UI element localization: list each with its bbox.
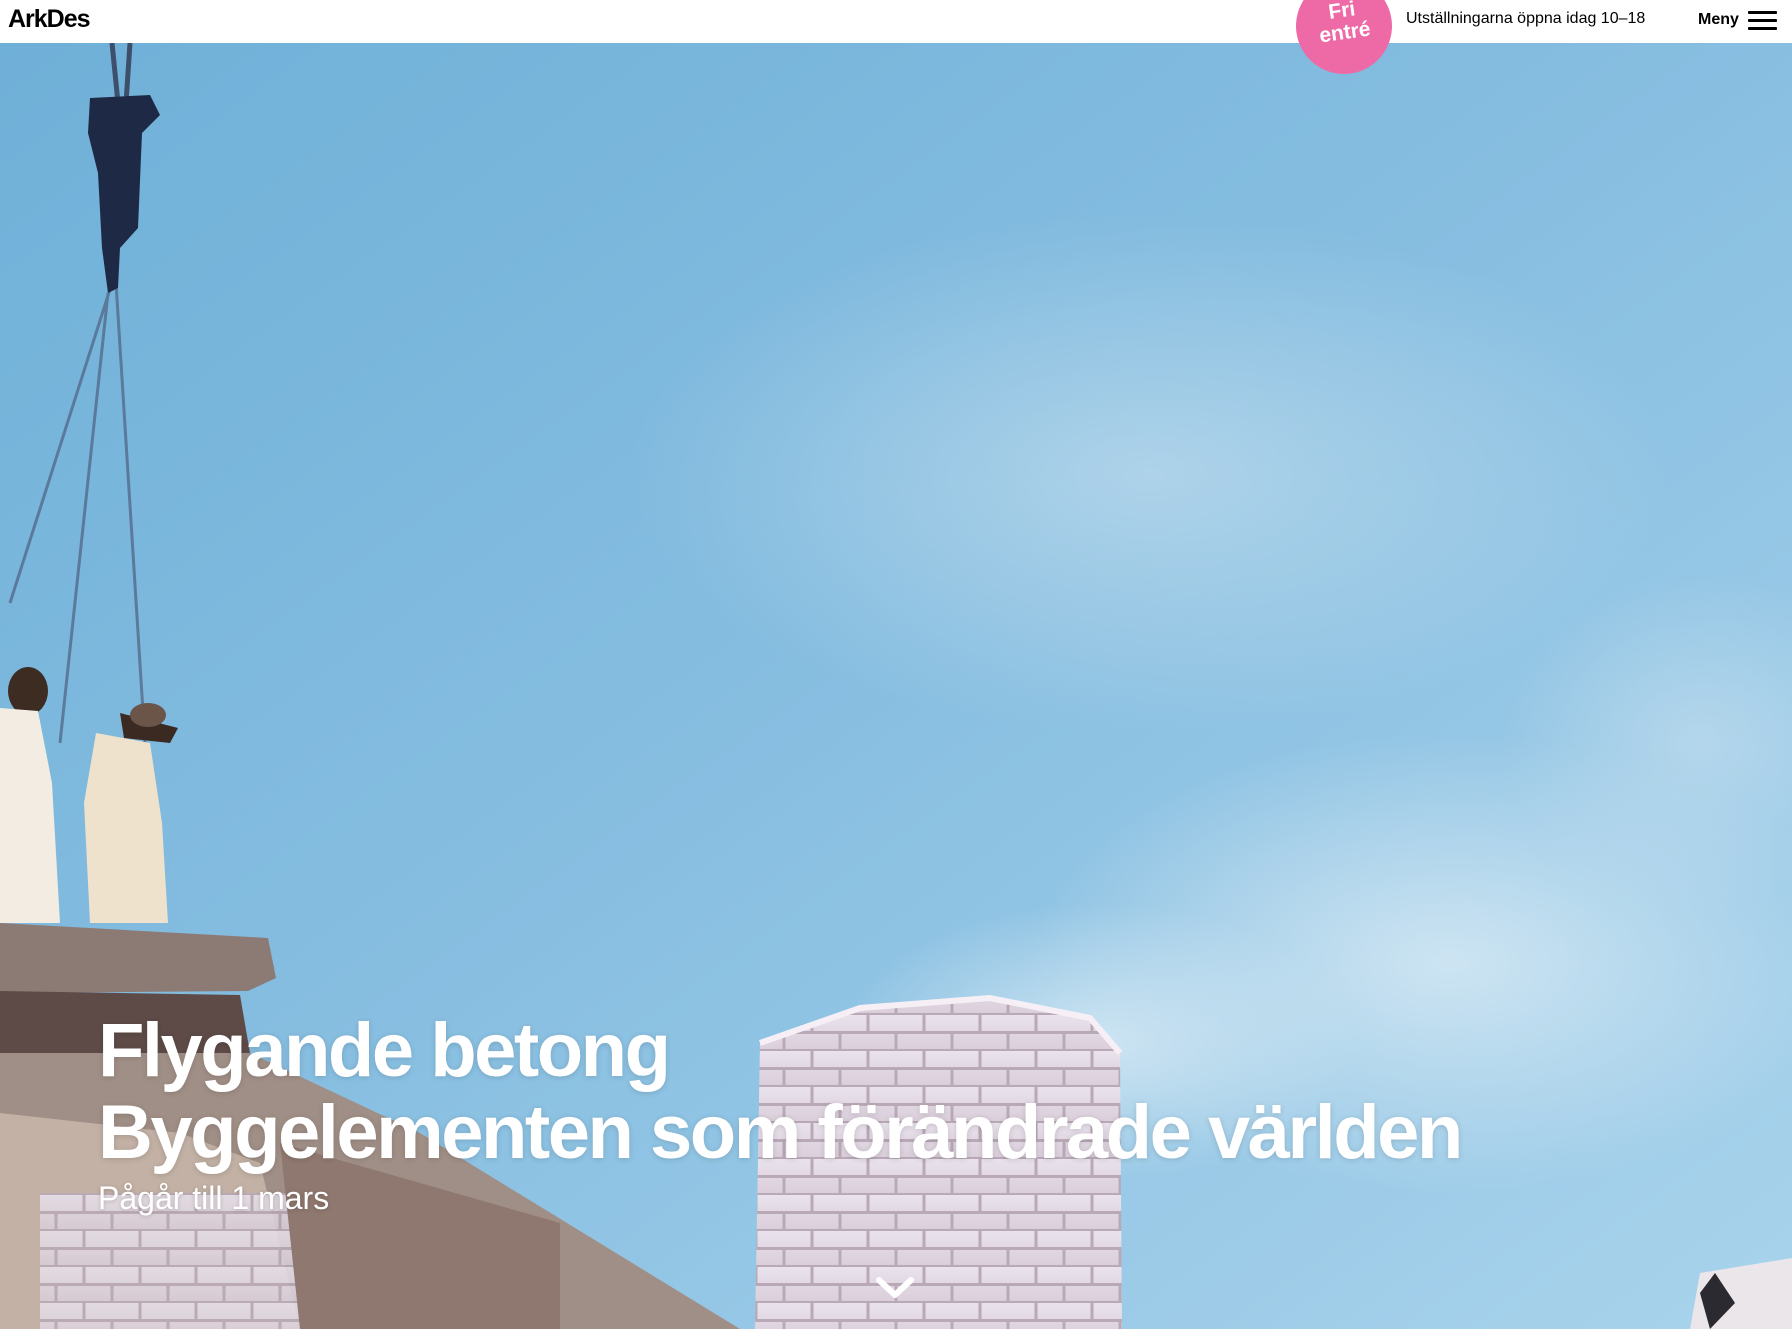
hero-banner[interactable]: Flygande betong Byggelementen som föränd… <box>0 43 1792 1329</box>
page: ArkDes Utställningarna öppna idag 10–18 … <box>0 0 1792 1329</box>
menu-label: Meny <box>1698 11 1739 28</box>
exhibition-title[interactable]: Flygande betong Byggelementen som föränd… <box>98 1008 1463 1175</box>
hero-text: Flygande betong Byggelementen som föränd… <box>98 1008 1463 1218</box>
site-header: ArkDes Utställningarna öppna idag 10–18 … <box>0 0 1792 43</box>
title-line-1: Flygande betong <box>98 1008 671 1093</box>
hamburger-icon <box>1747 10 1777 31</box>
arkdes-logo[interactable]: ArkDes <box>8 4 91 34</box>
exhibition-dates: Pågår till 1 mars <box>98 1180 330 1216</box>
title-line-2: Byggelementen som förändrade världen <box>98 1090 1463 1175</box>
opening-hours: Utställningarna öppna idag 10–18 <box>1406 10 1646 27</box>
chevron-down-icon[interactable] <box>874 1274 916 1302</box>
menu-button[interactable]: Meny <box>1698 7 1777 33</box>
